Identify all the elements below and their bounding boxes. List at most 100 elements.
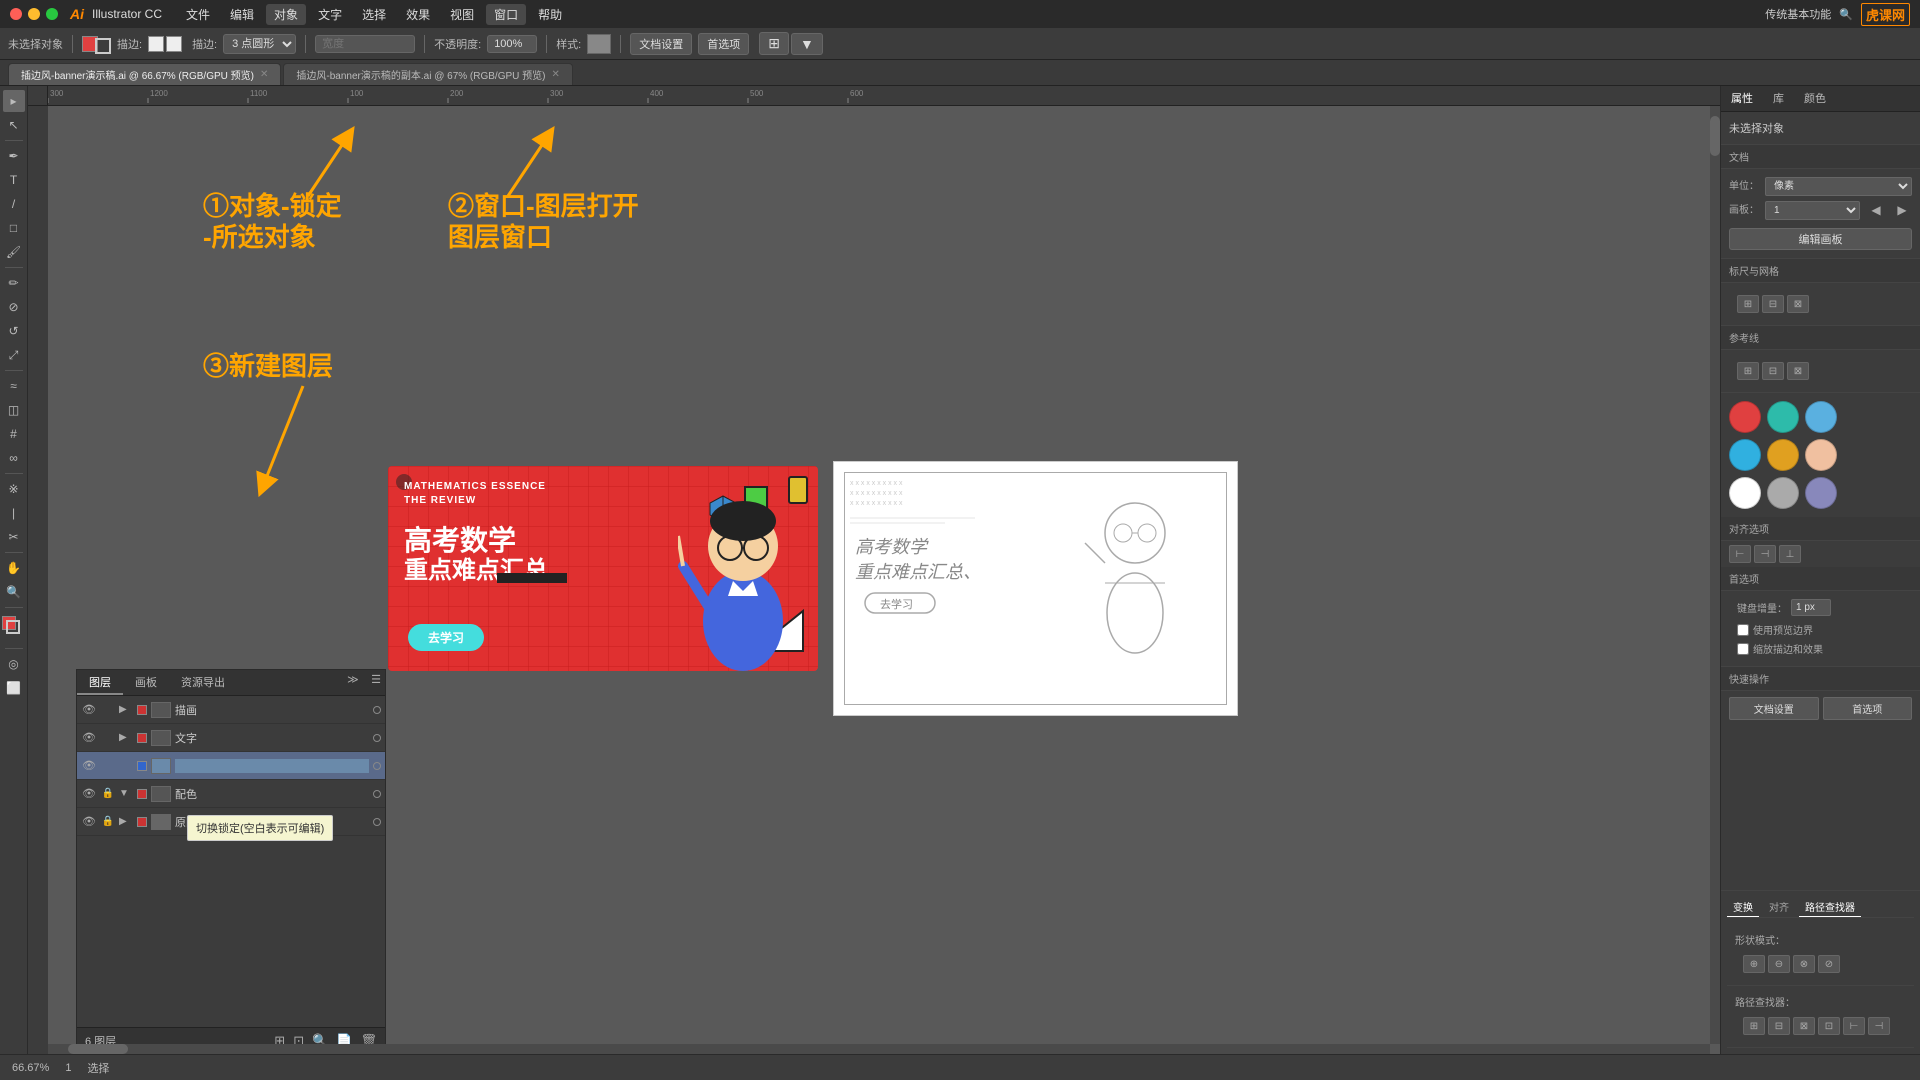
preferences-btn[interactable]: 首选项 [698,33,749,55]
width-input[interactable] [315,35,415,53]
slice-tool[interactable]: ✂ [3,526,25,548]
layer-item-original[interactable]: 👁 🔒 ▶ 原图 [77,808,385,836]
menu-select[interactable]: 选择 [354,4,394,25]
line-tool[interactable]: / [3,193,25,215]
prev-artboard-btn[interactable]: ◀ [1866,200,1886,220]
blend-tool[interactable]: ∞ [3,447,25,469]
bottom-tab-align[interactable]: 对齐 [1763,897,1795,917]
outline-btn[interactable]: ⊢ [1843,1017,1865,1035]
mesh-tool[interactable]: # [3,423,25,445]
menu-type[interactable]: 文字 [310,4,350,25]
paintbrush-tool[interactable]: 🖌 [3,241,25,263]
swatch-white[interactable] [1729,477,1761,509]
scrollbar-thumb[interactable] [1710,116,1720,156]
symbol-tool[interactable]: ※ [3,478,25,500]
menu-view[interactable]: 视图 [442,4,482,25]
swatch-gray[interactable] [1767,477,1799,509]
edit-artboard-btn[interactable]: 编辑画板 [1729,228,1912,250]
shape-tool[interactable]: □ [3,217,25,239]
window-controls[interactable] [10,8,58,20]
gradient-tool[interactable]: ◫ [3,399,25,421]
swatch-light-blue[interactable] [1805,401,1837,433]
bottom-tab-transform[interactable]: 变换 [1727,897,1759,917]
layer-expand-original[interactable]: ▶ [119,816,133,827]
bottom-tab-pathfinder[interactable]: 路径查找器 [1799,897,1861,917]
layer-lock-new[interactable] [101,759,115,773]
stroke-arrow-btn[interactable] [148,36,164,52]
stroke-end-btn[interactable] [166,36,182,52]
scale-stroke-checkbox[interactable] [1737,643,1749,655]
panel-collapse-btn[interactable]: ≫ ☰ [343,670,385,695]
right-tab-properties[interactable]: 属性 [1721,86,1763,111]
layer-lock-text[interactable] [101,731,115,745]
layer-expand-draw[interactable]: ▶ [119,704,133,715]
align-left-btn[interactable]: ⊢ [1729,545,1751,563]
direct-select-tool[interactable]: ↖ [3,114,25,136]
h-scrollbar-thumb[interactable] [68,1044,128,1054]
layer-lock-draw[interactable] [101,703,115,717]
layer-vis-color[interactable]: 👁 [81,786,97,802]
artboard-select[interactable]: 1 [1765,201,1860,220]
menu-object[interactable]: 对象 [266,4,306,25]
menu-effect[interactable]: 效果 [398,4,438,25]
layer-vis-original[interactable]: 👁 [81,814,97,830]
stroke-color-swatch[interactable] [95,38,111,54]
trim-btn[interactable]: ⊟ [1768,1017,1790,1035]
guide-btn-1[interactable]: ⊞ [1737,362,1759,380]
scale-tool[interactable]: ⤢ [3,344,25,366]
column-graph-tool[interactable]: | [3,502,25,524]
opacity-input[interactable] [487,35,537,53]
select-tool[interactable]: ▸ [3,90,25,112]
screen-mode-btn[interactable]: ⬜ [3,677,25,699]
collapse-icon[interactable]: ≫ [343,674,363,686]
layer-expand-text[interactable]: ▶ [119,732,133,743]
maximize-button[interactable] [46,8,58,20]
swatch-teal[interactable] [1767,401,1799,433]
layer-item-color[interactable]: 👁 🔒 ▼ 配色 [77,780,385,808]
menu-help[interactable]: 帮助 [530,4,570,25]
type-tool[interactable]: T [3,169,25,191]
align-right-btn[interactable]: ⊥ [1779,545,1801,563]
kbd-input[interactable] [1791,599,1831,616]
hand-tool[interactable]: ✋ [3,557,25,579]
fill-stroke-indicator[interactable] [2,616,26,640]
panel-tab-artboard[interactable]: 画板 [123,670,169,695]
warp-tool[interactable]: ≈ [3,375,25,397]
vertical-scrollbar[interactable] [1710,106,1720,1044]
close-button[interactable] [10,8,22,20]
layer-item-text[interactable]: 👁 ▶ 文字 [77,724,385,752]
panel-tab-layers[interactable]: 图层 [77,670,123,695]
next-artboard-btn[interactable]: ▶ [1892,200,1912,220]
tab-2[interactable]: 插边风-banner演示稿的副本.ai @ 67% (RGB/GPU 预览) ✕ [283,63,572,85]
merge-btn[interactable]: ⊠ [1793,1017,1815,1035]
draw-mode-btn[interactable]: ◎ [3,653,25,675]
intersect-btn[interactable]: ⊗ [1793,955,1815,973]
tab-1[interactable]: 插边风-banner演示稿.ai @ 66.67% (RGB/GPU 预览) ✕ [8,63,281,85]
pencil-tool[interactable]: ✏ [3,272,25,294]
layer-lock-color[interactable]: 🔒 [101,787,115,801]
grid-btn-2[interactable]: ⊟ [1762,295,1784,313]
layer-name-edit-input[interactable] [175,759,369,773]
right-tab-color[interactable]: 颜色 [1794,86,1836,111]
layer-vis-text[interactable]: 👁 [81,730,97,746]
menu-file[interactable]: 文件 [178,4,218,25]
unite-btn[interactable]: ⊕ [1743,955,1765,973]
swatch-cyan[interactable] [1729,439,1761,471]
minimize-button[interactable] [28,8,40,20]
doc-settings-btn[interactable]: 文档设置 [630,33,692,55]
exclude-btn[interactable]: ⊘ [1818,955,1840,973]
layer-item-draw[interactable]: 👁 ▶ 描画 [77,696,385,724]
crop-btn[interactable]: ⊡ [1818,1017,1840,1035]
arrange-btn[interactable]: ⊞ [759,32,789,55]
zoom-tool[interactable]: 🔍 [3,581,25,603]
menu-edit[interactable]: 编辑 [222,4,262,25]
layer-expand-color[interactable]: ▼ [119,788,133,799]
tab-1-close[interactable]: ✕ [260,69,268,80]
layer-vis-draw[interactable]: 👁 [81,702,97,718]
align-center-btn[interactable]: ⊣ [1754,545,1776,563]
layer-lock-original[interactable]: 🔒 [101,815,115,829]
pen-tool[interactable]: ✒ [3,145,25,167]
canvas-area[interactable]: 300 1200 1100 100 200 300 400 500 [28,86,1720,1054]
panel-menu-icon[interactable]: ☰ [367,674,385,686]
panel-tab-export[interactable]: 资源导出 [169,670,237,695]
